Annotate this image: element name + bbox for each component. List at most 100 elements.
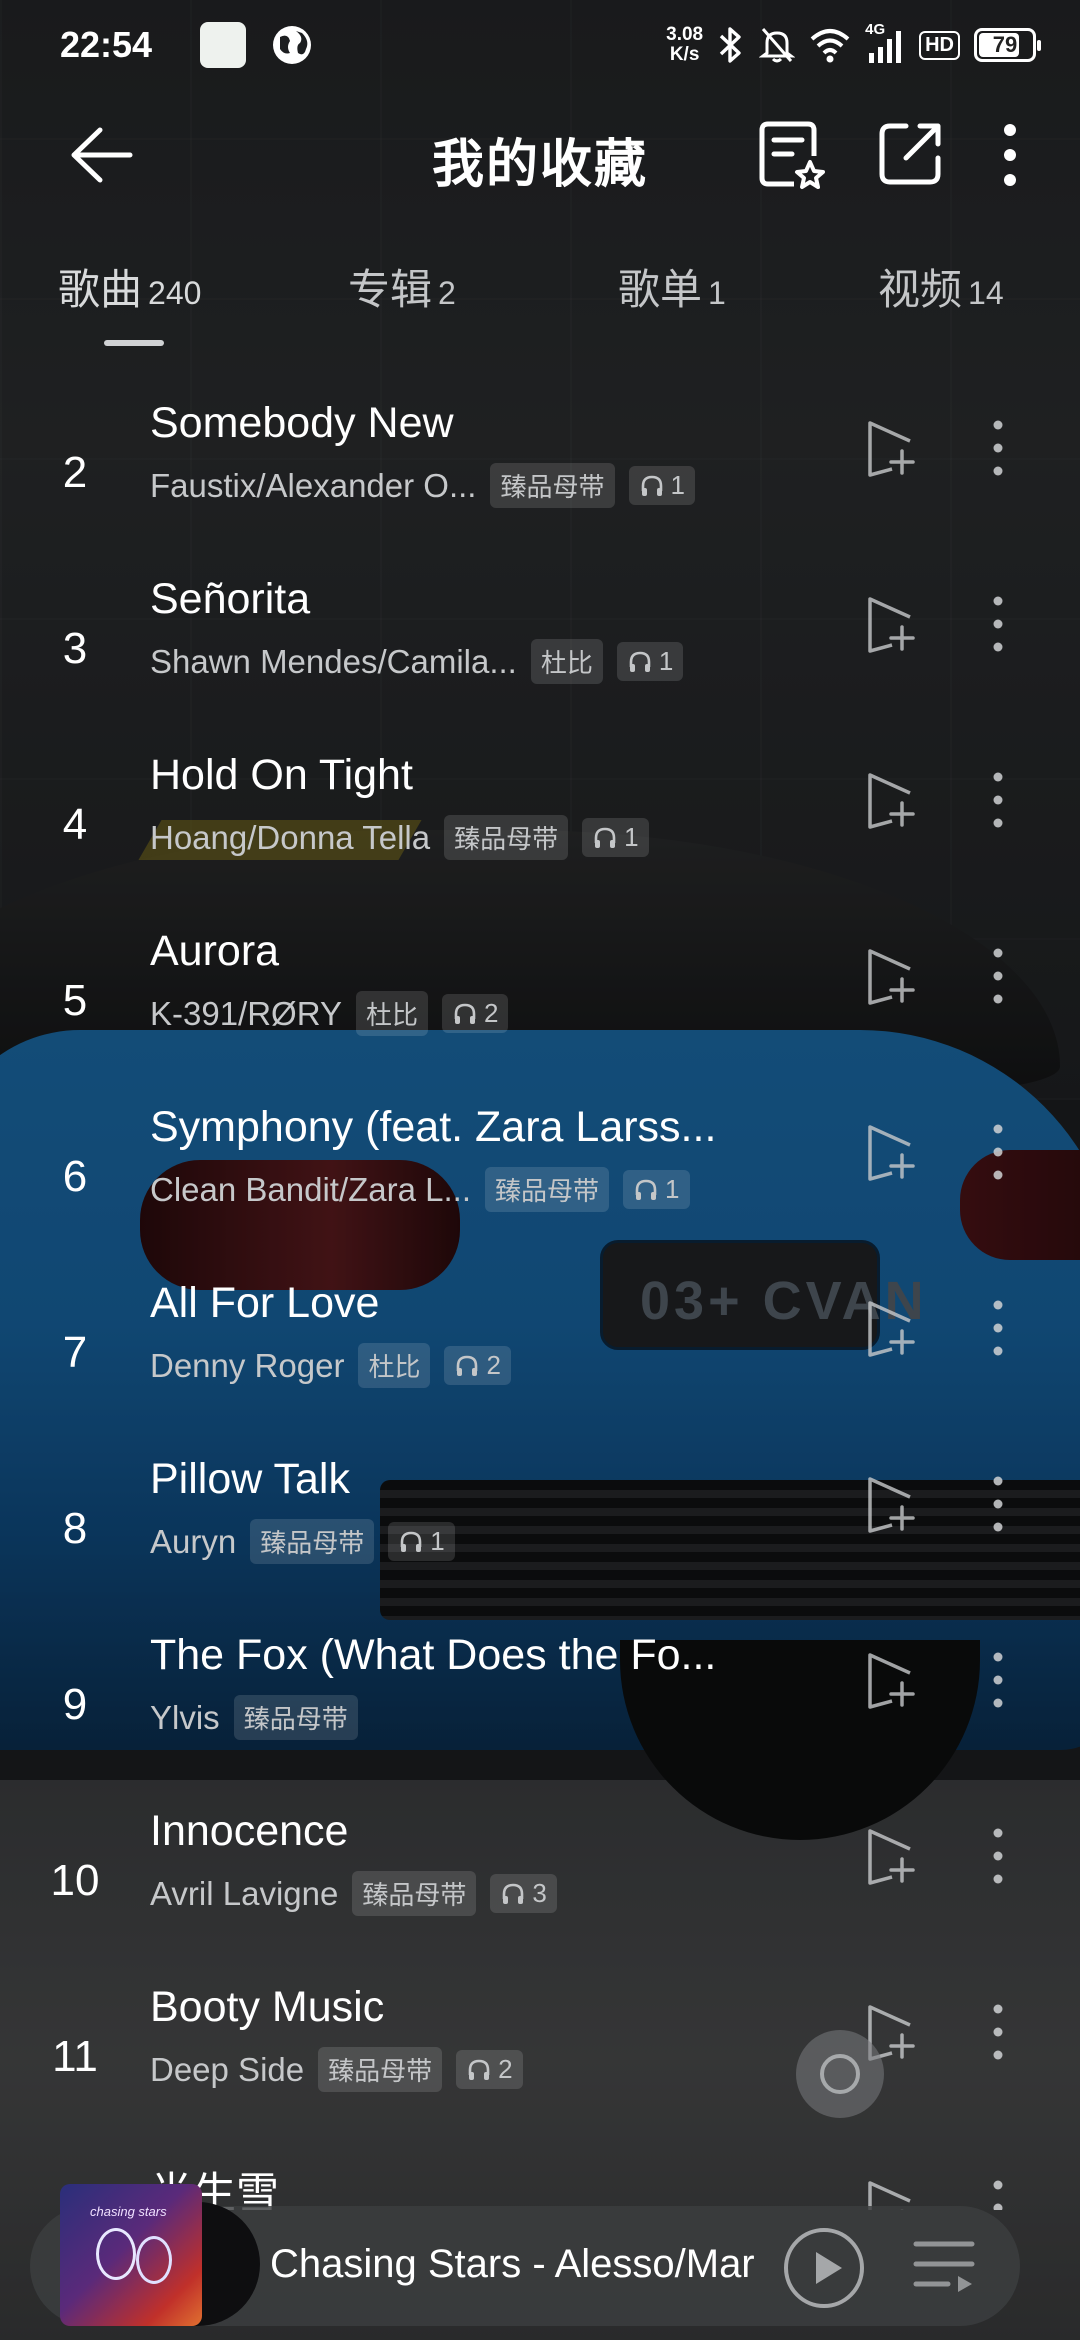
listen-count-badge: 1 (623, 1170, 690, 1209)
quality-badge: 臻品母带 (250, 1519, 375, 1564)
song-index: 3 (62, 624, 88, 673)
listen-count: 2 (486, 1350, 501, 1380)
quality-badge: 臻品母带 (318, 2047, 443, 2092)
song-row[interactable]: 7 All For Love Denny Roger 杜比 2 (0, 1265, 1080, 1441)
now-playing-title[interactable]: Chasing Stars - Alesso/Mar (270, 2242, 790, 2287)
add-to-playlist-icon[interactable] (862, 1297, 918, 1359)
mini-player[interactable]: chasing stars Chasing Stars - Alesso/Mar (30, 2184, 1020, 2326)
song-row[interactable]: 4 Hold On Tight Hoang/Donna Tella 臻品母带 1 (0, 737, 1080, 913)
song-title: Symphony (feat. Zara Larss... (150, 1103, 717, 1151)
song-meta: Deep Side 臻品母带 2 (150, 2047, 523, 2092)
play-icon[interactable] (782, 2226, 866, 2310)
notification-app-icon (200, 22, 247, 68)
add-to-playlist-icon[interactable] (862, 769, 918, 831)
tab-albums[interactable]: 专辑 2 (348, 256, 456, 317)
add-to-playlist-icon[interactable] (862, 1825, 918, 1887)
quality-badge: 臻品母带 (485, 1167, 610, 1212)
song-row[interactable]: 8 Pillow Talk Auryn 臻品母带 1 (0, 1441, 1080, 1617)
song-title: Hold On Tight (150, 751, 413, 799)
listen-count-badge: 2 (444, 1346, 511, 1385)
song-more-icon[interactable] (986, 1121, 1010, 1183)
more-options-icon[interactable] (992, 122, 1028, 188)
song-row[interactable]: 5 Aurora K-391/RØRY 杜比 2 (0, 913, 1080, 1089)
bell-muted-icon (759, 28, 796, 63)
globe-icon (273, 26, 312, 64)
song-meta: Ylvis 臻品母带 (150, 1695, 358, 1740)
listen-count: 1 (665, 1174, 680, 1204)
song-more-icon[interactable] (986, 1649, 1010, 1711)
headphones-icon (503, 1883, 524, 1904)
listen-count: 1 (670, 470, 685, 500)
song-row[interactable]: 2 Somebody New Faustix/Alexander O... 臻品母带 … (0, 385, 1080, 561)
status-time: 22:54 (60, 24, 153, 65)
tab-songs[interactable]: 歌曲 240 (58, 256, 201, 317)
song-meta: Clean Bandit/Zara L... 臻品母带 1 (150, 1167, 690, 1212)
add-to-playlist-icon[interactable] (862, 1649, 918, 1711)
net-speed: 3.08 K/s (666, 24, 704, 65)
headphones-icon (400, 1531, 422, 1552)
add-to-playlist-icon[interactable] (862, 593, 918, 655)
song-row[interactable]: 6 Symphony (feat. Zara Larss... Clean Band… (0, 1089, 1080, 1265)
playlist-queue-icon[interactable] (910, 2234, 980, 2298)
song-more-icon[interactable] (986, 1297, 1010, 1359)
song-artist: Denny Roger (150, 1346, 345, 1384)
battery-percent: 79 (992, 32, 1018, 57)
share-icon[interactable] (876, 120, 944, 188)
song-list[interactable]: 2 Somebody New Faustix/Alexander O... 臻品母带 … (0, 385, 1080, 2210)
tab-bar: 歌曲 240 专辑 2 歌单 1 视频 14 (0, 250, 1080, 350)
tab-playlists[interactable]: 歌单 1 (618, 256, 726, 317)
tab-videos[interactable]: 视频 14 (878, 256, 1004, 317)
song-title: The Fox (What Does the Fo... (150, 1631, 717, 1679)
song-artist: Ylvis (150, 1698, 220, 1736)
song-row[interactable]: 10 Innocence Avril Lavigne 臻品母带 3 (0, 1793, 1080, 1969)
song-artist: Clean Bandit/Zara L... (150, 1170, 472, 1208)
listen-count: 1 (430, 1526, 445, 1556)
quality-badge: 臻品母带 (490, 463, 615, 508)
song-more-icon[interactable] (986, 417, 1010, 479)
song-title: Aurora (150, 927, 280, 975)
song-meta: Auryn 臻品母带 1 (150, 1519, 455, 1564)
song-index: 8 (62, 1504, 88, 1553)
listen-count-badge: 3 (490, 1874, 557, 1913)
listen-count-badge: 1 (628, 466, 695, 505)
wifi-icon (810, 29, 850, 63)
cover-figure (136, 2236, 172, 2284)
song-more-icon[interactable] (986, 769, 1010, 831)
headphones-icon (454, 1003, 476, 1024)
add-to-playlist-icon[interactable] (862, 945, 918, 1007)
status-bar: 22:54 3.08 K/s 4G HD 79 (0, 0, 1080, 90)
song-title: Booty Music (150, 1983, 385, 2031)
listen-count-badge: 2 (456, 2050, 523, 2089)
add-to-playlist-icon[interactable] (862, 1121, 918, 1183)
song-more-icon[interactable] (986, 1825, 1010, 1887)
locate-current-button[interactable] (796, 2030, 884, 2118)
quality-badge: 臻品母带 (444, 815, 569, 860)
tab-indicator (104, 340, 164, 346)
song-more-icon[interactable] (986, 593, 1010, 655)
song-more-icon[interactable] (986, 2177, 1010, 2210)
headphones-icon (468, 2059, 490, 2080)
song-title: Somebody New (150, 399, 454, 447)
song-title: Señorita (150, 575, 311, 623)
song-more-icon[interactable] (986, 2001, 1010, 2063)
song-row[interactable]: 3 Señorita Shawn Mendes/Camila... 杜比 1 (0, 561, 1080, 737)
album-cover-text: chasing stars (90, 2204, 167, 2219)
quality-badge: 杜比 (530, 639, 603, 684)
quality-badge: 杜比 (355, 991, 428, 1036)
headphones-icon (635, 1179, 657, 1200)
favorite-list-icon[interactable] (756, 120, 826, 192)
song-artist: Faustix/Alexander O... (150, 466, 477, 504)
add-to-playlist-icon[interactable] (862, 1473, 918, 1535)
song-more-icon[interactable] (986, 945, 1010, 1007)
add-to-playlist-icon[interactable] (862, 417, 918, 479)
headphones-icon (641, 475, 662, 496)
song-title: All For Love (150, 1279, 380, 1327)
song-meta: K-391/RØRY 杜比 2 (150, 991, 509, 1036)
song-more-icon[interactable] (986, 1473, 1010, 1535)
song-artist: Shawn Mendes/Camila... (150, 642, 517, 680)
song-row[interactable]: 11 Booty Music Deep Side 臻品母带 2 (0, 1969, 1080, 2145)
song-meta: Denny Roger 杜比 2 (150, 1343, 511, 1388)
song-row[interactable]: 9 The Fox (What Does the Fo... Ylvis 臻品母带 (0, 1617, 1080, 1793)
album-cover[interactable]: chasing stars (60, 2184, 202, 2326)
song-artist: Hoang/Donna Tella (150, 818, 431, 856)
